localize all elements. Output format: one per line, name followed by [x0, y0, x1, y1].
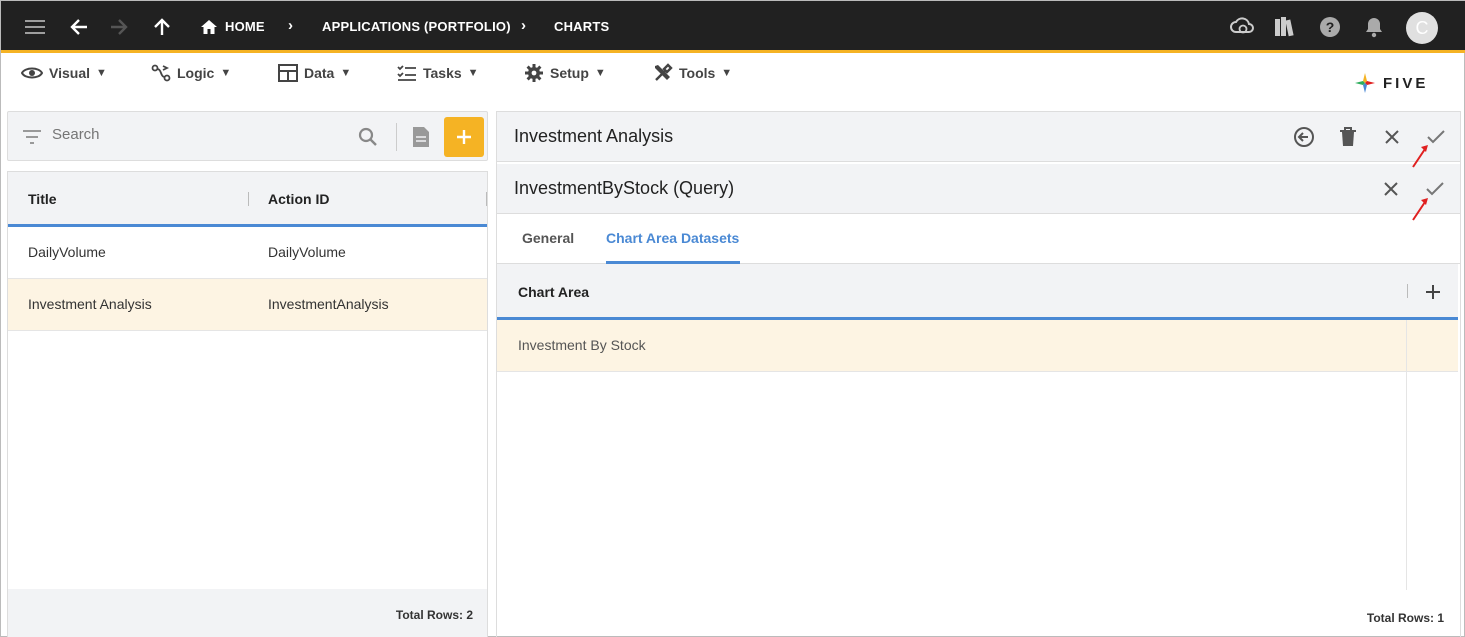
- cell-action-id: DailyVolume: [268, 244, 346, 260]
- up-arrow-icon[interactable]: [150, 15, 174, 39]
- gear-icon: [525, 64, 543, 82]
- add-button[interactable]: [444, 117, 484, 157]
- svg-text:?: ?: [1326, 19, 1335, 35]
- caret-down-icon: ▼: [96, 67, 107, 79]
- total-rows: Total Rows: 1: [1366, 611, 1444, 625]
- total-rows: Total Rows: 2: [395, 608, 473, 622]
- five-logo-mark-icon: [1355, 73, 1375, 93]
- breadcrumb-charts: CHARTS: [554, 19, 610, 34]
- caret-down-icon: ▼: [721, 67, 733, 79]
- caret-down-icon: ▼: [220, 67, 232, 79]
- forward-arrow-icon[interactable]: [107, 15, 131, 39]
- menu-visual-label: Visual: [49, 65, 90, 81]
- form-title: Investment Analysis: [514, 126, 674, 146]
- menu-tools-label: Tools: [679, 65, 716, 81]
- subform-header: InvestmentByStock (Query): [497, 164, 1460, 214]
- divider: [396, 123, 397, 151]
- document-icon[interactable]: [409, 125, 433, 149]
- tab-chart-area-datasets[interactable]: Chart Area Datasets: [606, 230, 739, 246]
- column-header-action-id[interactable]: Action ID: [268, 191, 329, 207]
- caret-down-icon: ▼: [340, 67, 352, 79]
- menu-tasks[interactable]: Tasks ▼: [397, 62, 479, 84]
- tools-icon: [655, 63, 673, 81]
- cell-chart-area: Investment By Stock: [518, 337, 646, 353]
- table-row[interactable]: DailyVolume DailyVolume: [8, 227, 487, 279]
- form-header: Investment Analysis: [497, 112, 1460, 162]
- menu-data[interactable]: Data ▼: [278, 62, 351, 84]
- filter-icon[interactable]: [20, 125, 44, 149]
- top-bar: HOME › APPLICATIONS (PORTFOLIO) › CHARTS…: [1, 1, 1465, 53]
- caret-down-icon: ▼: [594, 67, 606, 79]
- breadcrumb-applications[interactable]: APPLICATIONS (PORTFOLIO): [322, 19, 511, 34]
- annotation-arrow-icon: [1412, 198, 1428, 221]
- menu-setup[interactable]: Setup ▼: [524, 62, 606, 84]
- menu-setup-label: Setup: [550, 65, 589, 81]
- breadcrumb-chevron-icon: ›: [521, 17, 526, 34]
- column-header-chart-area[interactable]: Chart Area: [518, 284, 589, 300]
- close-icon[interactable]: [1380, 125, 1404, 149]
- cloud-sync-icon[interactable]: [1230, 15, 1254, 39]
- menu-tasks-label: Tasks: [423, 65, 462, 81]
- search-bar: [7, 111, 488, 161]
- home-icon[interactable]: [197, 15, 221, 39]
- menu-visual[interactable]: Visual ▼: [21, 62, 107, 84]
- column-divider[interactable]: [1407, 284, 1408, 298]
- table-row-selected[interactable]: Investment Analysis InvestmentAnalysis: [8, 279, 487, 331]
- cell-title: DailyVolume: [28, 244, 106, 260]
- actions-table: Title Action ID DailyVolume DailyVolume …: [7, 171, 488, 637]
- cell-title: Investment Analysis: [28, 296, 152, 312]
- breadcrumb-home[interactable]: HOME: [225, 19, 265, 34]
- breadcrumb-chevron-icon: ›: [288, 17, 293, 34]
- table-footer: Total Rows: 2: [8, 589, 487, 637]
- eye-icon: [21, 67, 43, 79]
- notifications-bell-icon[interactable]: [1362, 15, 1386, 39]
- back-arrow-icon[interactable]: [67, 15, 91, 39]
- menu-tools[interactable]: Tools ▼: [653, 62, 732, 84]
- add-row-plus-icon[interactable]: [1421, 280, 1445, 304]
- user-avatar[interactable]: C: [1406, 12, 1438, 44]
- subform-title: InvestmentByStock (Query): [514, 178, 735, 198]
- menu-logic-label: Logic: [177, 65, 215, 81]
- tab-general[interactable]: General: [522, 230, 574, 246]
- table-icon: [278, 64, 298, 82]
- tab-bar: General Chart Area Datasets: [497, 214, 1460, 264]
- menu-bar: Visual ▼ Logic ▼ Data ▼ Tasks ▼ Setup ▼ …: [1, 56, 1465, 96]
- menu-logic[interactable]: Logic ▼: [151, 62, 231, 84]
- menu-data-label: Data: [304, 65, 335, 81]
- plus-icon: [457, 130, 471, 144]
- checklist-icon: [397, 65, 416, 81]
- column-divider[interactable]: [248, 192, 249, 206]
- search-icon[interactable]: [356, 125, 380, 149]
- logic-icon: [151, 64, 171, 82]
- table-header: Title Action ID: [8, 172, 487, 227]
- right-panel: Investment Analysis InvestmentByStock (Q…: [496, 111, 1461, 637]
- search-input[interactable]: [52, 126, 342, 143]
- delete-icon[interactable]: [1336, 125, 1360, 149]
- hamburger-menu-icon[interactable]: [23, 15, 47, 39]
- table-row-selected[interactable]: Investment By Stock: [497, 320, 1458, 372]
- column-divider[interactable]: [486, 192, 487, 206]
- caret-down-icon: ▼: [467, 67, 479, 79]
- column-divider-line: [1406, 320, 1407, 590]
- five-logo: FIVE: [1353, 71, 1428, 95]
- help-icon[interactable]: ?: [1318, 15, 1342, 39]
- column-header-title[interactable]: Title: [28, 191, 57, 207]
- cell-action-id: InvestmentAnalysis: [268, 296, 389, 312]
- history-back-icon[interactable]: [1292, 125, 1316, 149]
- five-logo-text: FIVE: [1383, 74, 1429, 92]
- left-panel: Title Action ID DailyVolume DailyVolume …: [7, 111, 488, 637]
- datasets-table-header: Chart Area: [497, 264, 1458, 320]
- annotation-arrow-icon: [1412, 145, 1428, 168]
- close-icon[interactable]: [1379, 177, 1403, 201]
- library-books-icon[interactable]: [1273, 15, 1297, 39]
